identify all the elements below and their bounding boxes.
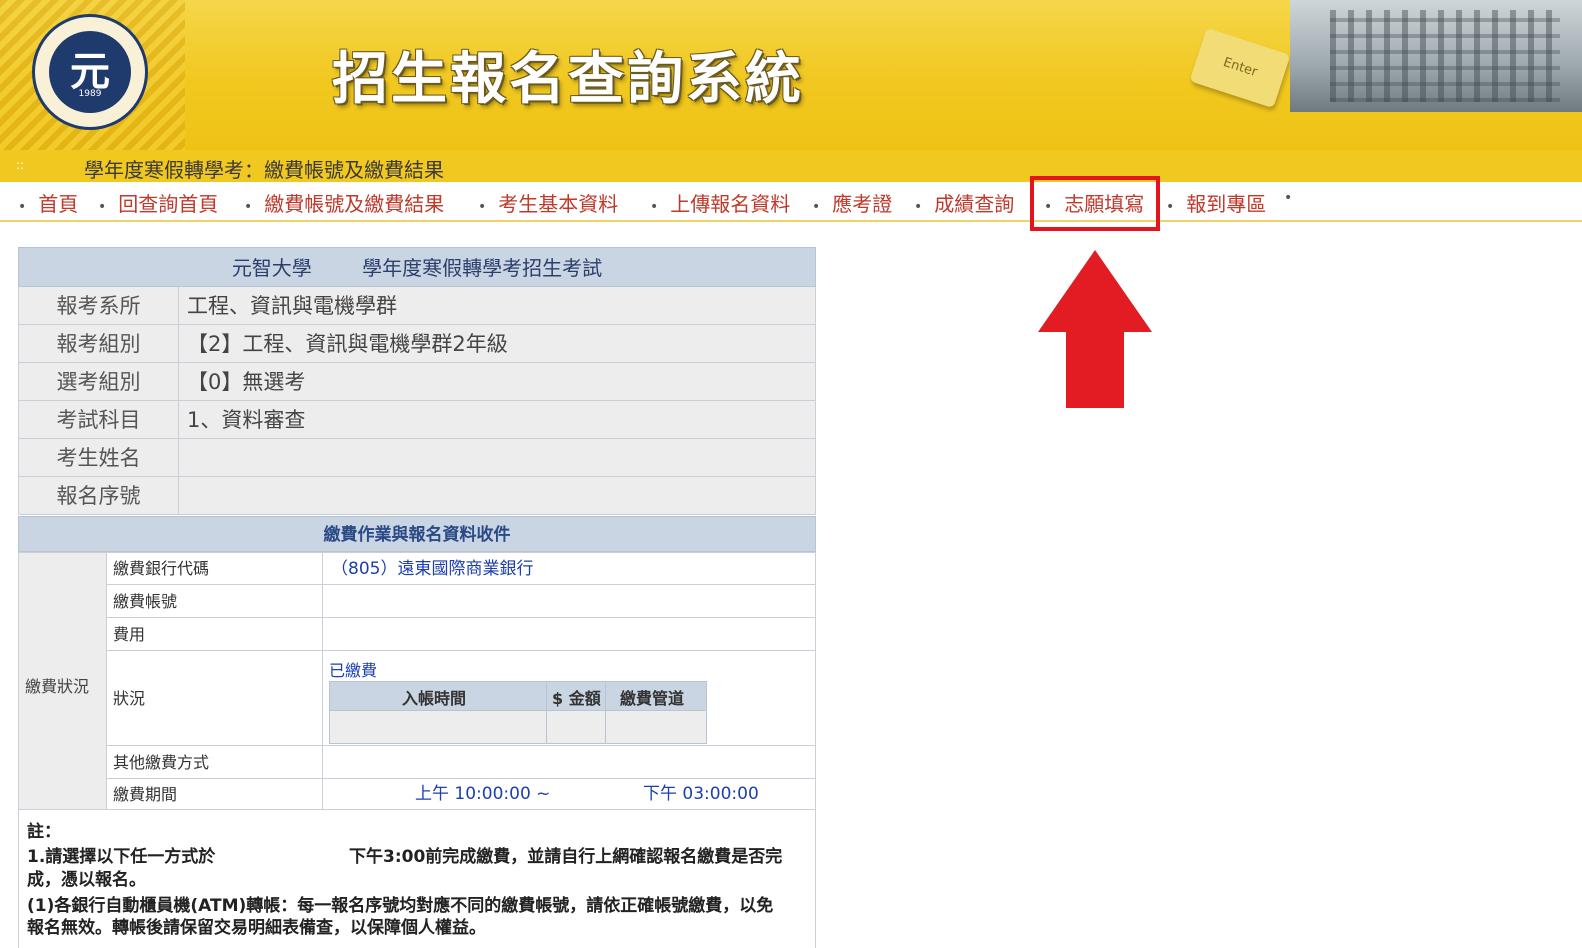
row-fee: 費用 — [107, 618, 815, 651]
value-elective-group: 【0】無選考 — [187, 370, 306, 394]
row-department: 報考系所 工程、資訊與電機學群 — [18, 287, 816, 325]
header-amount: $ 金額 — [552, 689, 601, 708]
page-title: 招生報名查詢系統 — [332, 47, 804, 112]
row-bank: 繳費銀行代碼 （805）遠東國際商業銀行 — [107, 553, 815, 585]
label-serial: 報名序號 — [19, 477, 179, 514]
nav-back-to-search[interactable]: • 回查詢首頁 — [98, 188, 218, 217]
exam-header: 元智大學 學年度寒假轉學考招生考試 — [18, 247, 816, 287]
payment-block: 繳費狀況 繳費銀行代碼 （805）遠東國際商業銀行 繳費帳號 費用 狀況 已繳費… — [18, 552, 816, 810]
payment-section-title: 繳費作業與報名資料收件 — [18, 516, 816, 552]
value-group: 【2】工程、資訊與電機學群2年級 — [187, 332, 508, 356]
enter-key-icon: Enter — [1189, 27, 1291, 109]
red-up-arrow — [1038, 250, 1152, 408]
grip-icon: :: — [16, 158, 25, 172]
payment-record-table: 入帳時間 $ 金額 繳費管道 — [329, 681, 707, 744]
payment-notes: 註： 1.請選擇以下任一方式於 下午3:00前完成繳費，並請自行上網確認報名繳費… — [18, 809, 816, 948]
university-name: 元智大學 — [231, 256, 312, 280]
value-bank: （805）遠東國際商業銀行 — [331, 559, 534, 579]
nav-separator: • — [1284, 190, 1293, 206]
column-divider — [605, 682, 606, 743]
nav-upload[interactable]: • 上傳報名資料 — [650, 188, 790, 217]
logo-year: 1989 — [78, 89, 102, 99]
subheading: 學年度寒假轉學考：繳費帳號及繳費結果 — [84, 158, 444, 182]
value-status: 已繳費 — [329, 661, 378, 680]
header-banner: 元 1989 招生報名查詢系統 Enter — [0, 0, 1582, 150]
column-divider — [546, 682, 547, 743]
logo-emblem: 元 1989 — [49, 31, 131, 113]
building-windows — [1330, 10, 1560, 102]
row-period: 繳費期間 上午 10:00:00 ~ 下午 03:00:00 — [107, 779, 815, 810]
row-name: 考生姓名 — [18, 439, 816, 477]
nav-payment[interactable]: • 繳費帳號及繳費結果 — [244, 188, 444, 217]
label-account: 繳費帳號 — [107, 585, 323, 617]
label-group: 報考組別 — [19, 325, 179, 362]
payment-record-header: 入帳時間 $ 金額 繳費管道 — [330, 682, 706, 711]
row-group: 報考組別 【2】工程、資訊與電機學群2年級 — [18, 325, 816, 363]
label-fee: 費用 — [107, 618, 323, 650]
value-period-end: 下午 03:00:00 — [643, 784, 759, 804]
highlight-box — [1030, 176, 1160, 231]
row-account: 繳費帳號 — [107, 585, 815, 618]
nav-applicant-info[interactable]: • 考生基本資料 — [478, 188, 618, 217]
label-bank: 繳費銀行代碼 — [107, 553, 323, 584]
row-serial: 報名序號 — [18, 477, 816, 515]
header-time: 入帳時間 — [402, 689, 467, 708]
row-elective-group: 選考組別 【0】無選考 — [18, 363, 816, 401]
label-department: 報考系所 — [19, 287, 179, 324]
label-period: 繳費期間 — [107, 779, 323, 810]
nav-registration[interactable]: • 報到專區 — [1166, 188, 1266, 217]
notes-title: 註： — [27, 822, 61, 842]
label-subjects: 考試科目 — [19, 401, 179, 438]
subheading-bar: :: 學年度寒假轉學考：繳費帳號及繳費結果 — [0, 150, 1582, 182]
notes-line-2: 成，憑以報名。 — [27, 870, 146, 890]
row-status: 狀況 已繳費 入帳時間 $ 金額 繳費管道 — [107, 651, 815, 746]
payment-status-label: 繳費狀況 — [25, 677, 90, 696]
value-period-start: 上午 10:00:00 ~ — [415, 784, 551, 804]
nav-admission-ticket[interactable]: • 應考證 — [812, 188, 892, 217]
exam-name: 學年度寒假轉學考招生考試 — [362, 256, 603, 280]
university-logo: 元 1989 — [32, 14, 148, 130]
nav-home[interactable]: • 首頁 — [18, 188, 78, 217]
label-elective-group: 選考組別 — [19, 363, 179, 400]
row-subjects: 考試科目 1、資料審查 — [18, 401, 816, 439]
header-channel: 繳費管道 — [620, 689, 685, 708]
value-department: 工程、資訊與電機學群 — [187, 294, 397, 318]
payment-record-row — [330, 711, 706, 743]
notes-line-4: 報名無效。轉帳後請保留交易明細表備查，以保障個人權益。 — [27, 918, 486, 938]
value-subjects: 1、資料審查 — [187, 408, 306, 432]
label-status: 狀況 — [107, 651, 323, 745]
notes-line-1a: 1.請選擇以下任一方式於 — [27, 847, 216, 867]
payment-status-side: 繳費狀況 — [19, 553, 107, 809]
notes-line-1b: 下午3:00前完成繳費，並請自行上網確認報名繳費是否完 — [349, 847, 783, 867]
main-nav: • 首頁 • 回查詢首頁 • 繳費帳號及繳費結果 • 考生基本資料 • 上傳報名資料 • 應… — [0, 182, 1582, 222]
nav-scores[interactable]: • 成績查詢 — [914, 188, 1014, 217]
label-name: 考生姓名 — [19, 439, 179, 476]
row-other-method: 其他繳費方式 — [107, 746, 815, 779]
label-other-method: 其他繳費方式 — [107, 746, 323, 778]
